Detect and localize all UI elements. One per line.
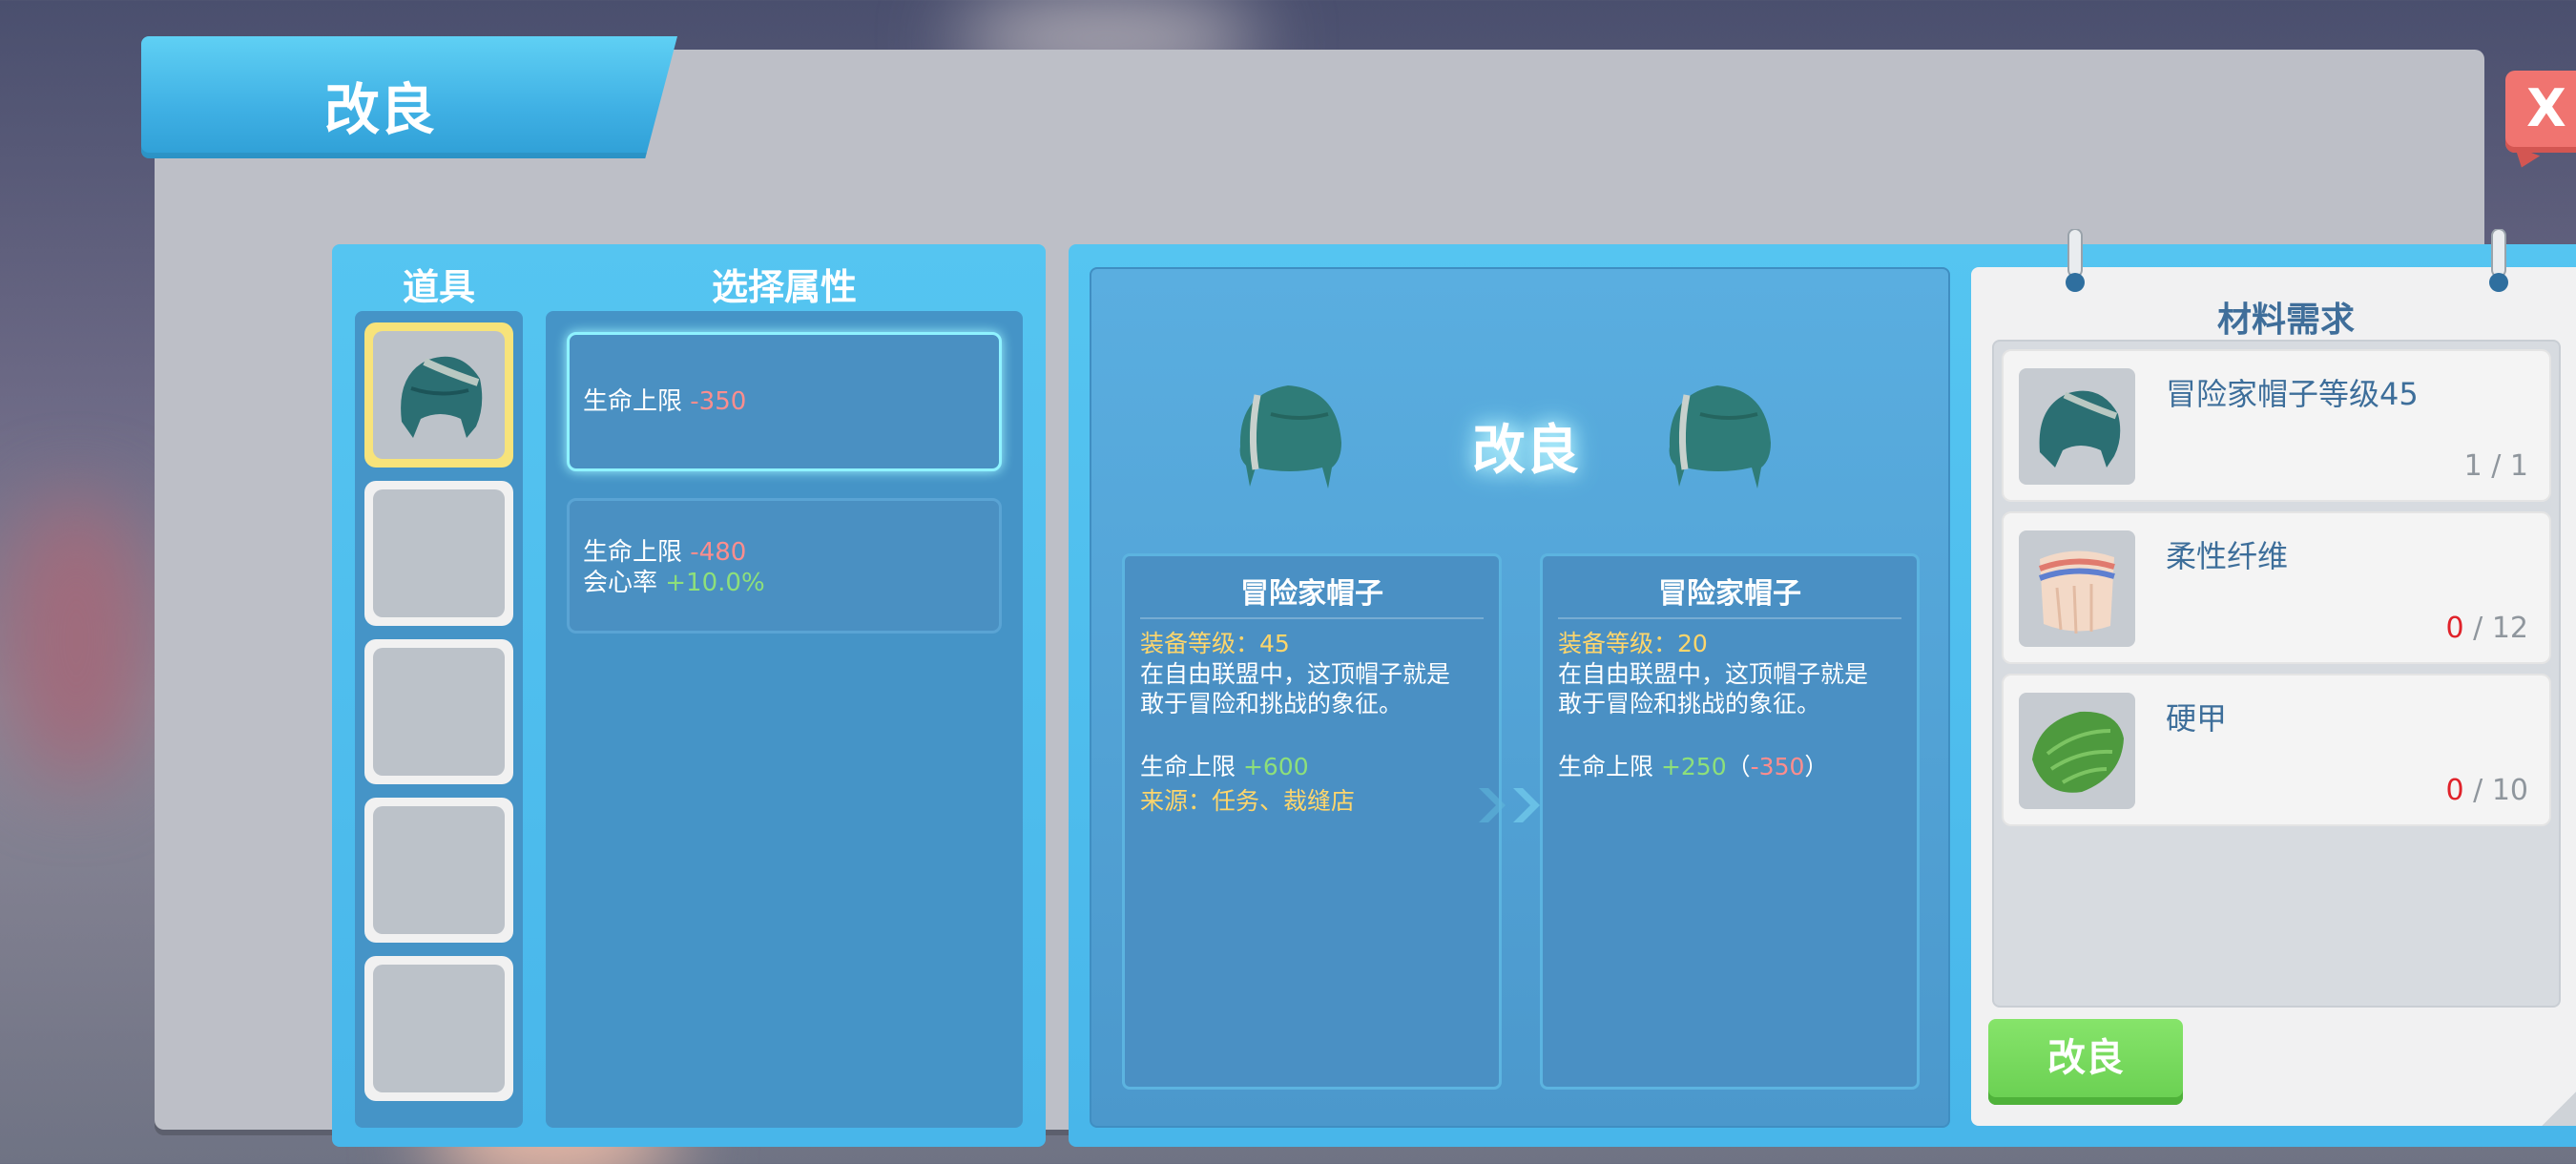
preview-area: 改良 冒险家帽子 装备等级：45 在自由联盟中，这顶帽子就是 敢于冒险和挑战的象…	[1090, 267, 1950, 1128]
level-value: 45	[1259, 630, 1290, 657]
material-separator: /	[2482, 449, 2510, 483]
attribute-value: +10.0%	[665, 569, 765, 597]
item-slot-image	[373, 489, 505, 617]
background-blur	[0, 496, 153, 782]
current-item-card: 冒险家帽子 装备等级：45 在自由联盟中，这顶帽子就是 敢于冒险和挑战的象征。 …	[1122, 553, 1502, 1090]
item-description: 在自由联盟中，这顶帽子就是	[1558, 660, 1869, 688]
hat-icon	[2039, 390, 2121, 468]
stat-value: +600	[1242, 753, 1309, 780]
result-item-name: 冒险家帽子	[1558, 570, 1901, 619]
binder-ring-icon	[2066, 229, 2085, 292]
current-hat-icon	[1239, 385, 1341, 488]
material-need: 1	[2509, 449, 2528, 483]
item-description: 敢于冒险和挑战的象征。	[1558, 690, 1821, 717]
attribute-value: -350	[690, 387, 747, 416]
improve-window: X 道具 选择属性 生命上限 -350 生命上限 -480 会心率 +10.0%…	[155, 50, 2576, 1147]
hard-shell-icon	[2032, 711, 2124, 793]
attribute-label: 会心率	[583, 569, 666, 597]
item-slot-list	[355, 311, 523, 1128]
material-name: 冒险家帽子等级45	[2166, 376, 2419, 412]
material-icon-frame	[2019, 530, 2135, 647]
selection-panel: 道具 选择属性 生命上限 -350 生命上限 -480 会心率 +10.0%	[332, 244, 1046, 1147]
improve-button[interactable]: 改良	[1988, 1019, 2183, 1105]
item-slot-image	[373, 331, 505, 459]
improve-panel: 改良 冒险家帽子 装备等级：45 在自由联盟中，这顶帽子就是 敢于冒险和挑战的象…	[1069, 229, 2576, 1147]
material-item: 柔性纤维 0 / 12	[2002, 511, 2551, 664]
item-slot-image	[373, 965, 505, 1092]
level-label: 装备等级：	[1558, 630, 1678, 657]
material-icon-frame	[2019, 693, 2135, 809]
item-slot-empty[interactable]	[364, 956, 513, 1101]
stat-label: 生命上限	[1558, 753, 1661, 780]
item-slot-image	[373, 648, 505, 776]
material-icon-frame	[2019, 368, 2135, 485]
item-description: 在自由联盟中，这顶帽子就是	[1140, 660, 1451, 688]
result-hat-icon	[1669, 385, 1771, 488]
material-list: 冒险家帽子等级45 1 / 1 柔性纤维 0 / 12 硬甲 0 / 10	[1992, 340, 2561, 1008]
material-name: 柔性纤维	[2166, 538, 2289, 574]
improve-center-label: 改良	[1472, 420, 1579, 482]
material-have: 0	[2445, 612, 2464, 645]
fiber-icon	[2038, 551, 2115, 634]
item-slot-empty[interactable]	[364, 639, 513, 784]
window-title: 改良	[323, 77, 435, 142]
material-separator: /	[2463, 774, 2492, 807]
attribute-label: 生命上限	[583, 538, 691, 567]
materials-panel: 材料需求 冒险家帽子等级45 1 / 1 柔性纤维 0 / 12 硬甲 0 / …	[1971, 229, 2576, 1126]
material-count: 0 / 12	[2446, 612, 2528, 645]
material-need: 12	[2491, 612, 2528, 645]
current-item-name: 冒险家帽子	[1140, 570, 1484, 619]
stat-delta: -350	[1750, 753, 1805, 780]
binder-ring-icon	[2489, 229, 2508, 292]
paren-open: （	[1726, 753, 1751, 780]
attribute-value: -480	[690, 538, 747, 567]
attribute-label: 生命上限	[583, 387, 691, 416]
level-label: 装备等级：	[1140, 630, 1260, 657]
material-count: 0 / 10	[2446, 774, 2528, 807]
material-name: 硬甲	[2166, 700, 2228, 737]
stat-value: +250	[1660, 753, 1727, 780]
close-button[interactable]: X	[2505, 71, 2576, 153]
page-fold	[2542, 1067, 2576, 1126]
attribute-option[interactable]: 生命上限 -480 会心率 +10.0%	[567, 498, 1002, 634]
attribute-option-list: 生命上限 -350 生命上限 -480 会心率 +10.0%	[546, 311, 1023, 1128]
paren-close: ）	[1804, 753, 1829, 780]
material-have: 1	[2463, 449, 2483, 483]
material-have: 0	[2445, 774, 2464, 807]
attributes-header: 选择属性	[712, 266, 858, 308]
material-item: 硬甲 0 / 10	[2002, 674, 2551, 826]
item-description: 敢于冒险和挑战的象征。	[1140, 690, 1403, 717]
items-header: 道具	[403, 266, 476, 308]
result-item-card: 冒险家帽子 装备等级：20 在自由联盟中，这顶帽子就是 敢于冒险和挑战的象征。 …	[1540, 553, 1920, 1090]
hat-icon	[401, 356, 483, 438]
close-icon: X	[2526, 78, 2566, 138]
item-source: 来源：任务、裁缝店	[1140, 787, 1356, 815]
level-value: 20	[1677, 630, 1708, 657]
item-slot-empty[interactable]	[364, 798, 513, 943]
item-slot-empty[interactable]	[364, 481, 513, 626]
material-item: 冒险家帽子等级45 1 / 1	[2002, 349, 2551, 502]
window-title-tab: 改良	[141, 36, 677, 158]
material-separator: /	[2463, 612, 2492, 645]
materials-title: 材料需求	[2216, 301, 2355, 340]
material-need: 10	[2491, 774, 2528, 807]
attribute-option-selected[interactable]: 生命上限 -350	[567, 332, 1002, 471]
item-slot-selected[interactable]	[364, 322, 513, 468]
material-count: 1 / 1	[2464, 449, 2528, 483]
item-slot-image	[373, 806, 505, 934]
stat-label: 生命上限	[1140, 753, 1243, 780]
